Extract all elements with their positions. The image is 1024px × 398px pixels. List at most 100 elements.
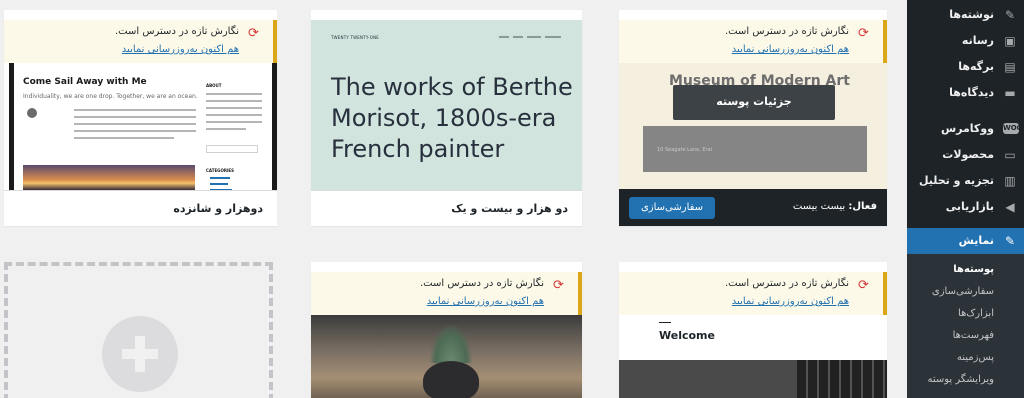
menu-appearance[interactable]: ✎ نمایش <box>900 228 1024 254</box>
menu-label: نمایش <box>958 234 994 247</box>
preview-text-line <box>206 93 262 95</box>
update-icon: ⟳ <box>858 278 869 293</box>
menu-label: محصولات <box>942 148 994 161</box>
headline-line: French painter <box>331 135 505 164</box>
add-theme-icon <box>102 316 178 392</box>
update-now-link[interactable]: هم اکنون به‌روزرسانی نمایید <box>732 44 849 55</box>
submenu-menus[interactable]: فهرست‌ها <box>953 330 994 341</box>
menu-label: نوشته‌ها <box>949 8 994 21</box>
update-notice: ⟳ نگارش تازه در دسترس است. هم اکنون به‌ر… <box>619 20 887 63</box>
preview-sidebar-about: ABOUT <box>206 83 222 88</box>
preview-brand: TWENTY TWENTY-ONE <box>331 35 380 40</box>
comments-icon: ▬ <box>1004 86 1016 100</box>
headline-line: Morisot, 1800s-era <box>331 104 557 133</box>
menu-pages[interactable]: ▤ برگه‌ها <box>907 54 1024 80</box>
theme-screenshot: Come Sail Away with Me Individuality, we… <box>9 63 277 198</box>
update-notice-text: نگارش تازه در دسترس است. <box>419 278 544 289</box>
submenu-themes[interactable]: پوسته‌ها <box>953 264 994 275</box>
menu-comments[interactable]: ▬ دیدگاه‌ها <box>907 80 1024 106</box>
headline-line: The works of Berthe <box>331 73 573 101</box>
plus-icon <box>135 336 145 372</box>
active-prefix: فعال: <box>848 201 877 212</box>
theme-name: دو هزار و بیست و یک <box>451 202 568 215</box>
preview-welcome-title: Welcome <box>659 329 715 342</box>
preview-search-box <box>206 145 258 153</box>
marketing-icon: ◀ <box>1005 200 1015 214</box>
theme-card-footer: دوهزار و شانزده <box>4 190 277 226</box>
submenu-background[interactable]: پس‌زمینه <box>957 352 994 363</box>
menu-label: ووکامرس <box>940 122 994 135</box>
menu-media[interactable]: ▣ رسانه <box>907 28 1024 54</box>
submenu-theme-editor[interactable]: ویرایشگر پوسته <box>927 374 994 385</box>
woo-icon: WOO <box>1003 123 1023 134</box>
current-menu-arrow <box>900 234 907 248</box>
add-new-theme-card[interactable] <box>4 262 273 398</box>
preview-text-line <box>210 183 228 185</box>
preview-pattern <box>797 360 887 398</box>
update-notice-text: نگارش تازه در دسترس است. <box>114 26 239 37</box>
preview-plant-leaves <box>429 323 473 363</box>
menu-analytics[interactable]: ▥ تجزیه و تحلیل <box>907 168 1024 194</box>
update-now-link[interactable]: هم اکنون به‌روزرسانی نمایید <box>427 296 544 307</box>
update-notice-text: نگارش تازه در دسترس است. <box>724 278 849 289</box>
update-notice: ⟳ نگارش تازه در دسترس است. هم اکنون به‌ر… <box>311 272 582 315</box>
appearance-submenu: پوسته‌ها سفارشی‌سازی ابزارک‌ها فهرست‌ها … <box>907 254 1024 398</box>
preview-address: 10 Seagate Lane, Erai <box>657 147 713 153</box>
theme-screenshot: Welcome <box>619 315 887 398</box>
update-notice-text: نگارش تازه در دسترس است. <box>724 26 849 37</box>
menu-label: تجزیه و تحلیل <box>918 174 994 187</box>
theme-details-label: جزئیات پوسته <box>716 95 792 108</box>
update-notice: ⟳ نگارش تازه در دسترس است. هم اکنون به‌ر… <box>619 272 887 315</box>
theme-card-twenty-twenty-one[interactable]: TWENTY TWENTY-ONE The works of Berthe Mo… <box>311 10 582 226</box>
preview-text-line <box>74 109 196 111</box>
menu-woocommerce[interactable]: WOO ووکامرس <box>907 116 1024 142</box>
theme-name: بیست بیست <box>792 201 846 212</box>
theme-card[interactable]: ⟳ نگارش تازه در دسترس است. هم اکنون به‌ر… <box>619 262 887 398</box>
preview-avatar <box>27 108 37 118</box>
preview-text-line <box>206 114 262 116</box>
update-now-link[interactable]: هم اکنون به‌روزرسانی نمایید <box>122 44 239 55</box>
menu-posts[interactable]: ✎ نوشته‌ها <box>907 2 1024 28</box>
preview-text-line <box>210 177 230 179</box>
preview-text-line <box>74 116 196 118</box>
update-icon: ⟳ <box>858 26 869 41</box>
active-theme-footer: فعال: بیست بیست سفارشی‌سازی <box>619 189 887 226</box>
theme-card-twenty-sixteen[interactable]: ⟳ نگارش تازه در دسترس است. هم اکنون به‌ر… <box>4 10 277 226</box>
theme-preview-page: Come Sail Away with Me Individuality, we… <box>14 63 272 198</box>
menu-products[interactable]: ▭ محصولات <box>907 142 1024 168</box>
menu-label: رسانه <box>961 34 994 47</box>
update-now-link[interactable]: هم اکنون به‌روزرسانی نمایید <box>732 296 849 307</box>
theme-card-active[interactable]: Museum of Modern Art 10 Seagate Lane, Er… <box>619 10 887 226</box>
preview-site-title: Come Sail Away with Me <box>23 77 147 87</box>
theme-card[interactable]: ⟳ نگارش تازه در دسترس است. هم اکنون به‌ر… <box>311 262 582 398</box>
customize-button[interactable]: سفارشی‌سازی <box>629 197 715 219</box>
media-icon: ▣ <box>1004 34 1016 48</box>
theme-screenshot: TWENTY TWENTY-ONE The works of Berthe Mo… <box>311 20 582 208</box>
preview-nav-item <box>499 36 509 38</box>
theme-details-button[interactable]: جزئیات پوسته <box>673 85 835 120</box>
preview-sidebar-categories: CATEGORIES <box>206 168 235 173</box>
menu-label: بازاریابی <box>945 200 994 213</box>
preview-text-line <box>206 128 246 130</box>
active-theme-label: فعال: بیست بیست <box>793 201 877 212</box>
preview-text-line <box>206 100 262 102</box>
preview-text-line <box>206 121 262 123</box>
pin-icon: ✎ <box>1004 8 1016 22</box>
theme-screenshot <box>311 315 582 398</box>
submenu-widgets[interactable]: ابزارک‌ها <box>958 308 994 319</box>
preview-plant-pot <box>423 361 479 398</box>
analytics-icon: ▥ <box>1004 174 1016 188</box>
admin-sidebar: ✎ نوشته‌ها ▣ رسانه ▤ برگه‌ها ▬ دیدگاه‌ها… <box>900 0 1024 398</box>
preview-nav-item <box>513 36 523 38</box>
menu-label: برگه‌ها <box>958 60 994 73</box>
preview-divider <box>659 322 671 323</box>
submenu-customize[interactable]: سفارشی‌سازی <box>932 286 994 297</box>
pages-icon: ▤ <box>1004 60 1016 74</box>
theme-name: دوهزار و شانزده <box>173 202 263 215</box>
preview-text-line <box>206 107 262 109</box>
menu-marketing[interactable]: ◀ بازاریابی <box>907 194 1024 220</box>
menu-label: دیدگاه‌ها <box>949 86 994 99</box>
preview-headline: The works of Berthe Morisot, 1800s-era F… <box>331 72 573 166</box>
preview-tagline: Individuality, we are one drop. Together… <box>23 93 198 100</box>
theme-card-footer: دو هزار و بیست و یک <box>311 190 582 226</box>
